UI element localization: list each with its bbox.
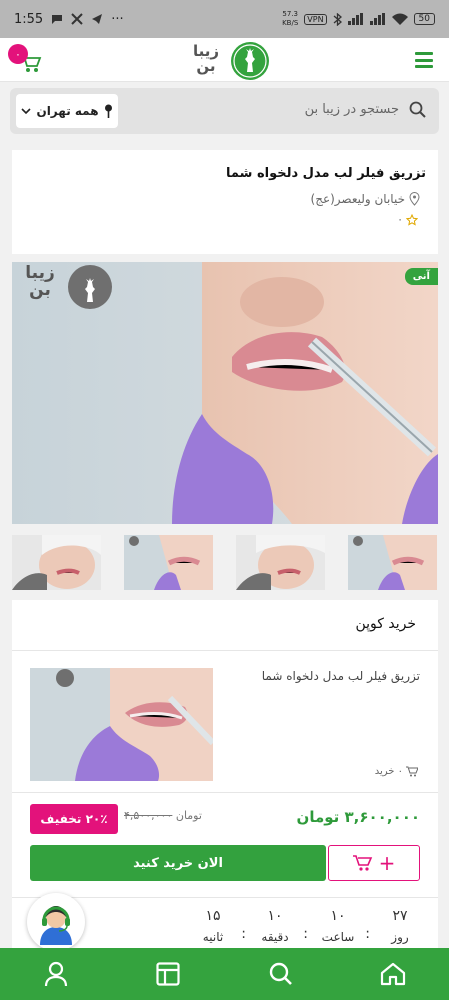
bottom-nav [0, 948, 449, 1000]
image-watermark-logo: زیبا بن [25, 263, 55, 300]
x-icon [71, 13, 83, 25]
support-button[interactable] [27, 893, 85, 951]
product-address[interactable]: خیابان ولیعصر(عج) [311, 192, 420, 206]
timer-seconds: ۱۵ ثانیه [202, 908, 224, 944]
logo-deer-icon [231, 42, 269, 80]
product-title: تزریق فیلر لب مدل دلخواه شما [226, 166, 426, 181]
vpn-badge: VPN [304, 13, 327, 25]
timer-days: ۲۷ روز [391, 908, 409, 944]
bluetooth-icon [333, 12, 342, 26]
rating-value: ۰ [397, 213, 403, 226]
divider [12, 897, 438, 898]
product-info-card: تزریق فیلر لب مدل دلخواه شما خیابان ولیع… [12, 150, 438, 254]
buy-count: ۰ خرید [375, 766, 418, 777]
brand-logo[interactable]: زیبا بن [184, 41, 272, 81]
search-bar: همه تهران جستجو در زیبا بن [10, 88, 439, 134]
cart-count-badge: ۰ [8, 44, 28, 64]
buy-now-button[interactable]: الان خرید کنید [30, 845, 326, 881]
chevron-down-icon [21, 108, 32, 115]
divider [12, 650, 438, 651]
cart-small-icon [406, 766, 418, 777]
product-rating: ۰ [397, 213, 418, 226]
coupon-item-name: تزریق فیلر لب مدل دلخواه شما [261, 669, 420, 683]
nav-search[interactable] [251, 948, 311, 1000]
menu-icon[interactable] [415, 52, 433, 68]
coupon-heading: خرید کوپن [355, 616, 416, 632]
search-icon[interactable] [409, 101, 427, 119]
telegram-icon [92, 14, 103, 24]
status-bar: 1:55 ··· 57.3 KB/S VPN 50 [0, 0, 449, 38]
timer-hours: ۱۰ ساعت [321, 908, 355, 944]
star-icon [406, 213, 418, 226]
cart-icon [352, 855, 372, 871]
add-to-cart-button[interactable]: + [328, 845, 420, 881]
discount-badge: ۲۰٪ تخفیف [30, 804, 118, 834]
thumbnail-2[interactable] [124, 535, 213, 590]
nav-categories[interactable] [138, 948, 198, 1000]
timer-minutes: ۱۰ دقیقه [261, 908, 289, 944]
search-icon [269, 962, 292, 985]
signal2-icon [369, 13, 385, 25]
status-more-dots: ··· [111, 11, 124, 27]
lips-filler-photo [12, 262, 438, 524]
city-selector[interactable]: همه تهران [16, 94, 118, 128]
location-pin-icon [104, 104, 112, 118]
thumbnail-3[interactable] [236, 535, 325, 590]
location-outline-icon [409, 192, 420, 206]
nav-home[interactable] [363, 948, 423, 1000]
header-cart-button[interactable]: ۰ [8, 44, 42, 76]
search-input[interactable]: جستجو در زیبا بن [305, 102, 399, 117]
user-icon [45, 961, 68, 987]
app-header: ۰ زیبا بن [0, 38, 449, 82]
final-price: ۳,۶۰۰,۰۰۰ تومان [296, 808, 420, 826]
wifi-icon [391, 13, 408, 25]
thumbnail-4[interactable] [348, 535, 437, 590]
signal-icon [347, 13, 363, 25]
layout-icon [156, 962, 180, 986]
status-time: 1:55 [14, 11, 44, 27]
plus-icon: + [378, 851, 396, 875]
product-main-image[interactable]: زیبا بن آنی [12, 262, 438, 524]
thumbnail-1[interactable] [12, 535, 101, 590]
coupon-item-image [30, 668, 213, 781]
image-thumbnails [12, 535, 438, 590]
original-price: تومان ۴,۵۰۰,۰۰۰ [124, 809, 202, 822]
chat-icon [52, 15, 63, 24]
nav-profile[interactable] [26, 948, 86, 1000]
badge-instant: آنی [404, 268, 438, 285]
divider [12, 792, 438, 793]
coupon-purchase-card: خرید کوپن تزریق فیلر لب مدل دلخواه شما ۰… [12, 600, 438, 950]
logo-text: زیبا بن [192, 42, 220, 75]
city-label: همه تهران [36, 104, 99, 118]
data-rate: 57.3 KB/S [282, 10, 299, 27]
home-icon [380, 962, 405, 986]
battery-indicator: 50 [413, 13, 435, 25]
support-agent-icon [40, 906, 72, 945]
